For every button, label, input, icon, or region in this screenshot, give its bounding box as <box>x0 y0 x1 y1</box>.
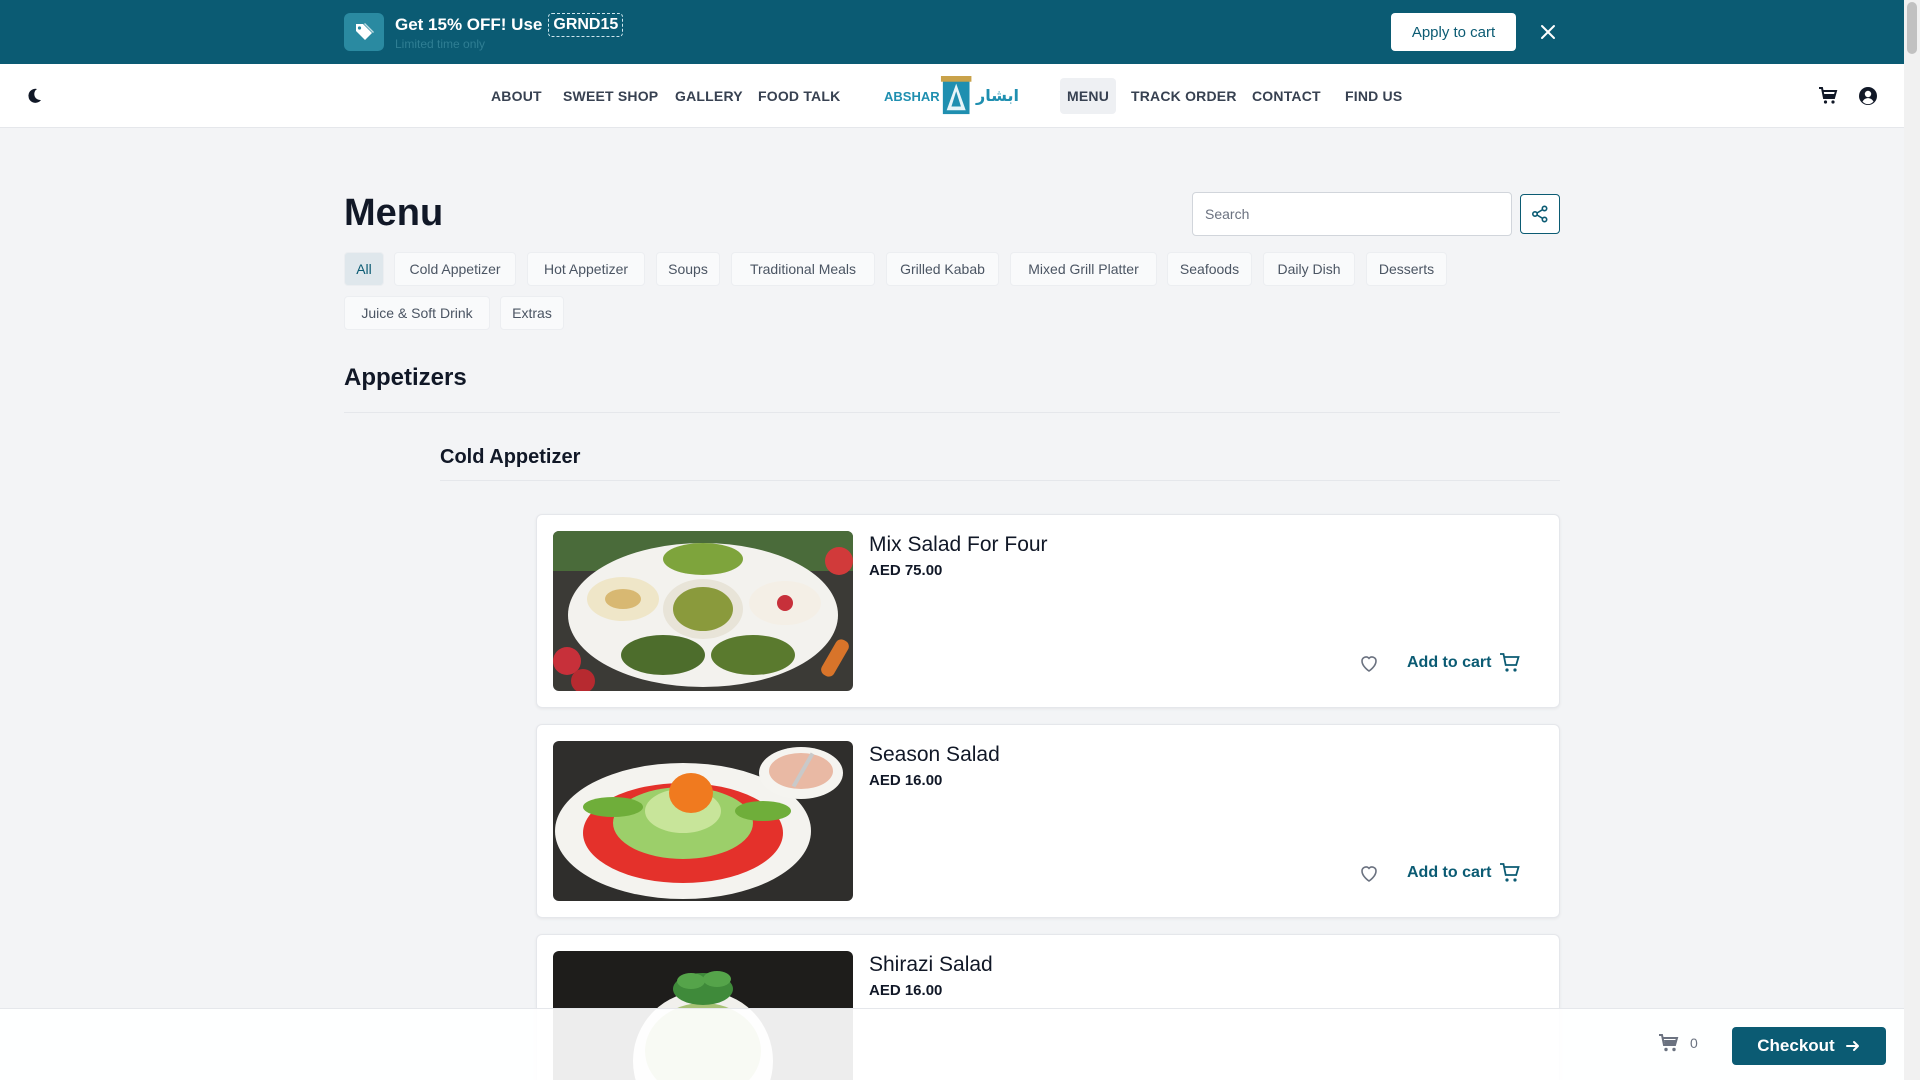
subsection-title: Cold Appetizer <box>440 446 581 468</box>
nav-link-contact[interactable]: CONTACT <box>1252 88 1321 104</box>
nav-link-sweet-shop[interactable]: SWEET SHOP <box>563 88 658 104</box>
logo[interactable]: ABSHAR ابشار <box>884 73 1019 119</box>
arrow-right-icon <box>1845 1041 1859 1051</box>
moon-icon[interactable] <box>24 86 44 106</box>
divider <box>440 480 1560 481</box>
category-soups[interactable]: Soups <box>656 252 720 286</box>
cart-count: 0 <box>1690 1035 1698 1051</box>
cart-icon <box>1500 863 1521 882</box>
category-daily-dish[interactable]: Daily Dish <box>1263 252 1355 286</box>
nav-link-menu[interactable]: MENU <box>1060 78 1117 114</box>
section-title: Appetizers <box>344 364 467 391</box>
category-desserts[interactable]: Desserts <box>1366 252 1447 286</box>
nav-link-food-talk[interactable]: FOOD TALK <box>758 88 840 104</box>
promo-banner: Get 15% OFF! Use GRND15 Limited time onl… <box>0 0 1904 64</box>
category-extras[interactable]: Extras <box>500 296 564 330</box>
category-all[interactable]: All <box>344 252 384 286</box>
nav-link-about[interactable]: ABOUT <box>491 88 542 104</box>
scrollbar-thumb[interactable] <box>1907 2 1917 54</box>
user-icon[interactable] <box>1858 86 1878 106</box>
heart-icon[interactable] <box>1357 861 1381 885</box>
promo-code: GRND15 <box>548 13 624 37</box>
category-grilled-kabab[interactable]: Grilled Kabab <box>886 252 999 286</box>
cart-icon <box>1659 1034 1679 1052</box>
category-cold-appetizer[interactable]: Cold Appetizer <box>394 252 516 286</box>
heart-icon[interactable] <box>1357 651 1381 675</box>
mix-salad-image[interactable] <box>553 531 853 691</box>
category-mixed-grill-platter[interactable]: Mixed Grill Platter <box>1010 252 1157 286</box>
cart-icon[interactable] <box>1818 86 1838 106</box>
item-name: Season Salad <box>869 743 1000 766</box>
category-seafoods[interactable]: Seafoods <box>1167 252 1252 286</box>
item-price: AED 16.00 <box>869 982 943 999</box>
share-button[interactable] <box>1520 194 1560 234</box>
item-price: AED 16.00 <box>869 772 943 789</box>
mini-cart[interactable]: 0 <box>1658 1033 1698 1053</box>
menu-item-card: Mix Salad For Four AED 75.00 Add to cart <box>536 514 1560 708</box>
nav-link-track-order[interactable]: TRACK ORDER <box>1131 88 1237 104</box>
category-traditional-meals[interactable]: Traditional Meals <box>731 252 875 286</box>
nav-link-find-us[interactable]: FIND US <box>1345 88 1402 104</box>
search-input[interactable] <box>1192 192 1512 236</box>
logo-emblem-icon <box>940 76 972 115</box>
item-price: AED 75.00 <box>869 562 943 579</box>
season-salad-image[interactable] <box>553 741 853 901</box>
apply-to-cart-button[interactable]: Apply to cart <box>1391 13 1516 51</box>
share-icon <box>1531 205 1548 223</box>
add-to-cart-button[interactable]: Add to cart <box>1407 857 1521 889</box>
promo-subtitle: Limited time only <box>395 37 486 51</box>
divider <box>344 412 1560 413</box>
category-hot-appetizer[interactable]: Hot Appetizer <box>527 252 645 286</box>
checkout-button[interactable]: Checkout <box>1732 1027 1886 1065</box>
item-name: Mix Salad For Four <box>869 533 1048 556</box>
top-nav: ABOUT SWEET SHOP GALLERY FOOD TALK ABSHA… <box>0 64 1904 128</box>
nav-link-gallery[interactable]: GALLERY <box>675 88 743 104</box>
bottom-checkout-bar: 0 Checkout <box>0 1008 1904 1080</box>
tag-icon <box>344 13 384 51</box>
scrollbar[interactable] <box>1904 0 1920 1080</box>
cart-icon <box>1500 653 1521 672</box>
close-icon[interactable] <box>1536 20 1560 44</box>
page-title: Menu <box>344 192 444 234</box>
menu-item-card: Season Salad AED 16.00 Add to cart <box>536 724 1560 918</box>
add-to-cart-button[interactable]: Add to cart <box>1407 647 1521 679</box>
item-name: Shirazi Salad <box>869 953 993 976</box>
promo-title: Get 15% OFF! Use GRND15 <box>395 13 624 37</box>
category-juice-soft-drink[interactable]: Juice & Soft Drink <box>344 296 490 330</box>
